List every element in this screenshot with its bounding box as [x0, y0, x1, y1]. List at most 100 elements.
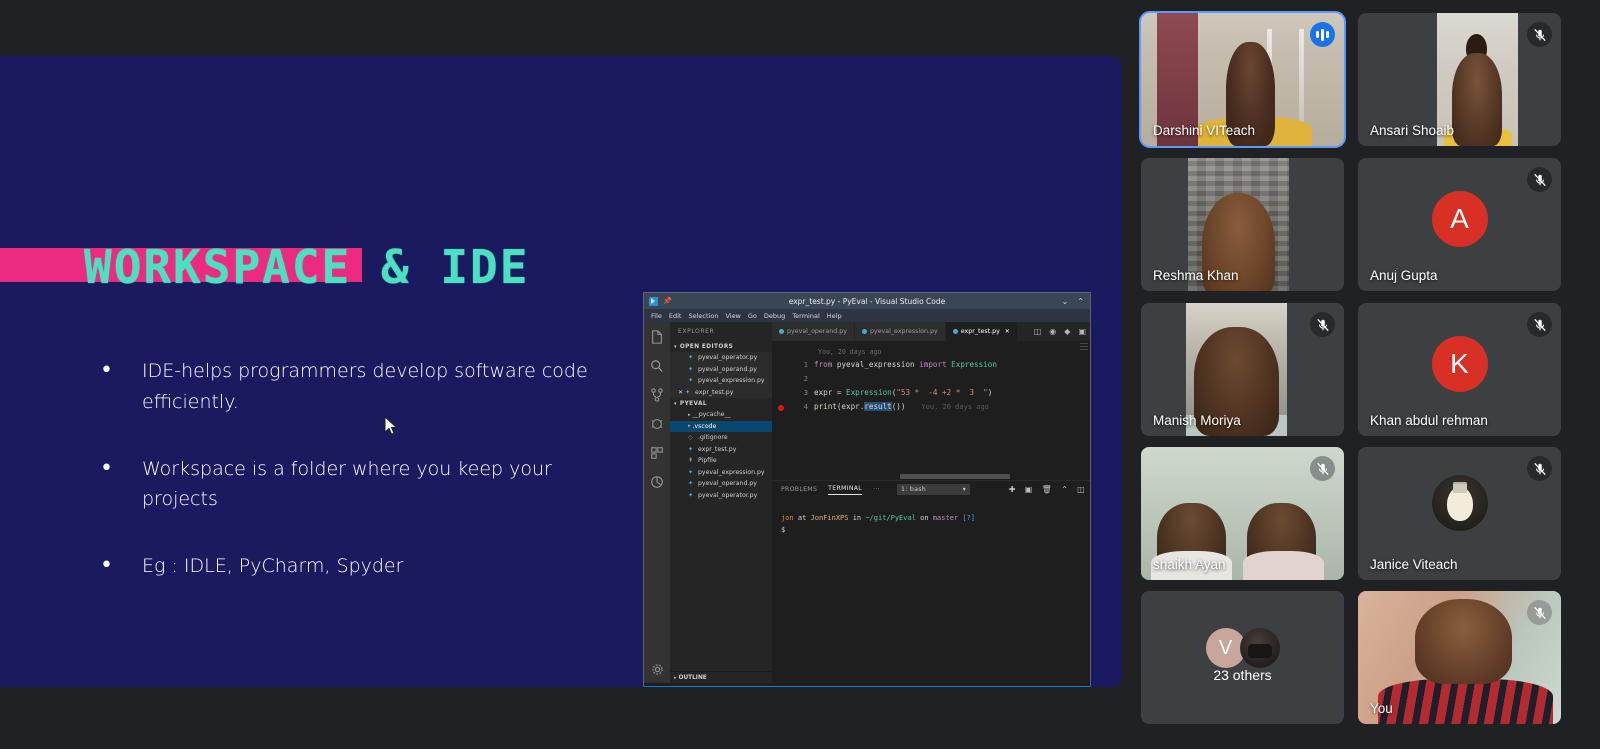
participant-tile-khan-abdul-rehman[interactable]: K Khan abdul rehman: [1358, 303, 1561, 436]
participant-tile-janice-viteach[interactable]: Janice Viteach: [1358, 447, 1561, 580]
chevron-right-icon: ▸: [674, 675, 677, 681]
bullet-marker-icon: •: [100, 454, 142, 485]
terminal-selector[interactable]: 1: bash ▾: [897, 484, 970, 495]
remote-icon[interactable]: [649, 474, 665, 490]
participant-tile-you[interactable]: You: [1358, 591, 1561, 724]
file-row-pyeval-operator[interactable]: ✦ pyeval_operator.py: [670, 490, 772, 502]
chevron-down-icon: ▾: [963, 486, 966, 493]
vscode-window-screenshot: 📌 expr_test.py - PyEval - Visual Studio …: [643, 292, 1091, 687]
editor-minimap[interactable]: [1078, 341, 1090, 469]
editor-tab-actions: ◫ ◉ ◆ ▣: [1034, 327, 1086, 336]
section-pyeval[interactable]: ▾ PYEVAL: [670, 398, 772, 409]
python-file-icon: ✦: [688, 377, 695, 384]
source-control-icon[interactable]: [649, 387, 665, 403]
new-terminal-icon[interactable]: ✚: [1009, 485, 1016, 494]
file-row-pycache[interactable]: ▸ __pycache__: [670, 409, 772, 421]
tab-expr-test[interactable]: expr_test.py ✕: [946, 322, 1018, 341]
terminal-in: in: [853, 514, 861, 522]
gear-icon[interactable]: [649, 661, 665, 677]
menu-go[interactable]: Go: [748, 312, 757, 320]
close-icon[interactable]: ✕: [1005, 328, 1010, 335]
python-file-icon: [862, 329, 867, 334]
terminal-at: at: [798, 514, 806, 522]
kill-terminal-icon[interactable]: 🗑: [1042, 485, 1052, 494]
menu-terminal[interactable]: Terminal: [792, 312, 819, 320]
code-line-2: 2: [772, 372, 1090, 386]
menu-help[interactable]: Help: [827, 312, 842, 320]
editor-horizontal-scrollbar[interactable]: [900, 474, 1010, 479]
terminal-output[interactable]: jon at JonFinXPS in ~/git/PyEval on mast…: [772, 498, 1090, 536]
panel-actions: ✚ ▣ 🗑 ⌃ ◫: [1009, 485, 1085, 494]
run-icon[interactable]: ◆: [1064, 327, 1070, 336]
file-row-vscode[interactable]: ▸ .vscode: [670, 421, 772, 433]
maximize-icon[interactable]: ⌃: [1077, 297, 1084, 306]
file-row-gitignore[interactable]: ◇ .gitignore: [670, 432, 772, 444]
file-name: pyeval_expression.py: [698, 469, 765, 476]
file-row-expr-test[interactable]: ✦ expr_test.py: [670, 444, 772, 456]
participant-tile-others[interactable]: V 23 others: [1141, 591, 1344, 724]
debug-alt-icon[interactable]: ◉: [1049, 327, 1056, 336]
git-inline-blame: You, 20 days ago: [905, 400, 988, 414]
file-name: .gitignore: [698, 434, 728, 441]
bullet-marker-icon: •: [100, 356, 142, 387]
tab-pyeval-expression[interactable]: pyeval_expression.py: [855, 322, 946, 341]
section-open-editors[interactable]: ▾ OPEN EDITORS: [670, 341, 772, 352]
participant-tile-manish-moriya[interactable]: Manish Moriya: [1141, 303, 1344, 436]
mic-off-icon: [1527, 312, 1552, 337]
python-file-icon: ✦: [688, 469, 695, 476]
bullet-text: Workspace is a folder where you keep you…: [142, 454, 620, 516]
participant-tile-ansari-shoaib[interactable]: Ansari Shoaib: [1358, 13, 1561, 146]
split-terminal-icon[interactable]: ▣: [1025, 485, 1033, 494]
file-row-pipfile[interactable]: ⇞ Pipfile: [670, 455, 772, 467]
file-row-pyeval-expression[interactable]: ✦ pyeval_expression.py: [670, 467, 772, 479]
file-row-pyeval-operand[interactable]: ✦ pyeval_operand.py: [670, 478, 772, 490]
terminal-branch: master: [933, 514, 958, 522]
close-icon[interactable]: ✕: [678, 389, 683, 396]
open-editor-row[interactable]: ✦ pyeval_expression.py: [670, 375, 772, 387]
vscode-bottom-panel: PROBLEMS TERMINAL ··· 1: bash ▾ ✚ ▣ 🗑: [772, 480, 1090, 683]
participant-tile-reshma-khan[interactable]: Reshma Khan: [1141, 158, 1344, 291]
explorer-files-icon[interactable]: [649, 329, 665, 345]
line-number: 1: [772, 358, 814, 372]
avatar: [1432, 475, 1488, 531]
menu-edit[interactable]: Edit: [669, 312, 682, 320]
chevron-down-icon: ▾: [674, 401, 677, 407]
menu-debug[interactable]: Debug: [764, 312, 785, 320]
search-icon[interactable]: [649, 358, 665, 374]
outline-section[interactable]: ▸ OUTLINE: [670, 671, 772, 683]
participant-tile-shaikh-ayan[interactable]: shaikh Ayan: [1141, 447, 1344, 580]
terminal-flag: [?]: [962, 514, 975, 522]
code-line-4: 4 print(expr.result()) You, 20 days ago: [772, 400, 1090, 414]
participant-tile-darshini-viteach[interactable]: Darshini VITeach: [1141, 13, 1344, 146]
chevron-up-icon[interactable]: ⌃: [1061, 485, 1068, 494]
open-editor-row[interactable]: ✕ ✦ expr_test.py: [670, 387, 772, 399]
others-count-label: 23 others: [1141, 667, 1344, 683]
vscode-activity-bar: [644, 322, 670, 683]
code-line-3: 3 expr = Expression("53 * -4 +2 * 3 "): [772, 386, 1090, 400]
layout-icon[interactable]: ▣: [1078, 327, 1086, 336]
vscode-explorer-sidebar: EXPLORER ▾ OPEN EDITORS ✦ pyeval_operato…: [670, 322, 772, 683]
breakpoint-icon[interactable]: [778, 405, 784, 411]
open-editor-row[interactable]: ✦ pyeval_operator.py: [670, 352, 772, 364]
tab-pyeval-operand[interactable]: pyeval_operand.py: [772, 322, 855, 341]
file-name: expr_test.py: [698, 446, 736, 453]
tab-problems[interactable]: PROBLEMS: [781, 486, 817, 493]
debug-run-icon[interactable]: [649, 416, 665, 432]
minimize-icon[interactable]: ⌄: [1062, 297, 1069, 306]
maximize-panel-icon[interactable]: ◫: [1077, 485, 1085, 494]
mic-off-icon: [1527, 22, 1552, 47]
code-editor[interactable]: You, 20 days ago 1 from pyeval_expressio…: [772, 341, 1090, 469]
tab-terminal[interactable]: TERMINAL: [828, 485, 862, 495]
participant-name: Darshini VITeach: [1153, 123, 1255, 138]
split-editor-icon[interactable]: ◫: [1034, 327, 1042, 336]
menu-file[interactable]: File: [651, 312, 662, 320]
menu-view[interactable]: View: [725, 312, 740, 320]
outline-label: OUTLINE: [679, 675, 707, 681]
participant-tile-anuj-gupta[interactable]: A Anuj Gupta: [1358, 158, 1561, 291]
open-editor-row[interactable]: ✦ pyeval_operand.py: [670, 364, 772, 376]
menu-selection[interactable]: Selection: [688, 312, 718, 320]
file-name: Pipfile: [698, 457, 717, 464]
extensions-icon[interactable]: [649, 445, 665, 461]
panel-overflow-icon[interactable]: ···: [873, 486, 880, 493]
vscode-body: EXPLORER ▾ OPEN EDITORS ✦ pyeval_operato…: [644, 322, 1090, 683]
